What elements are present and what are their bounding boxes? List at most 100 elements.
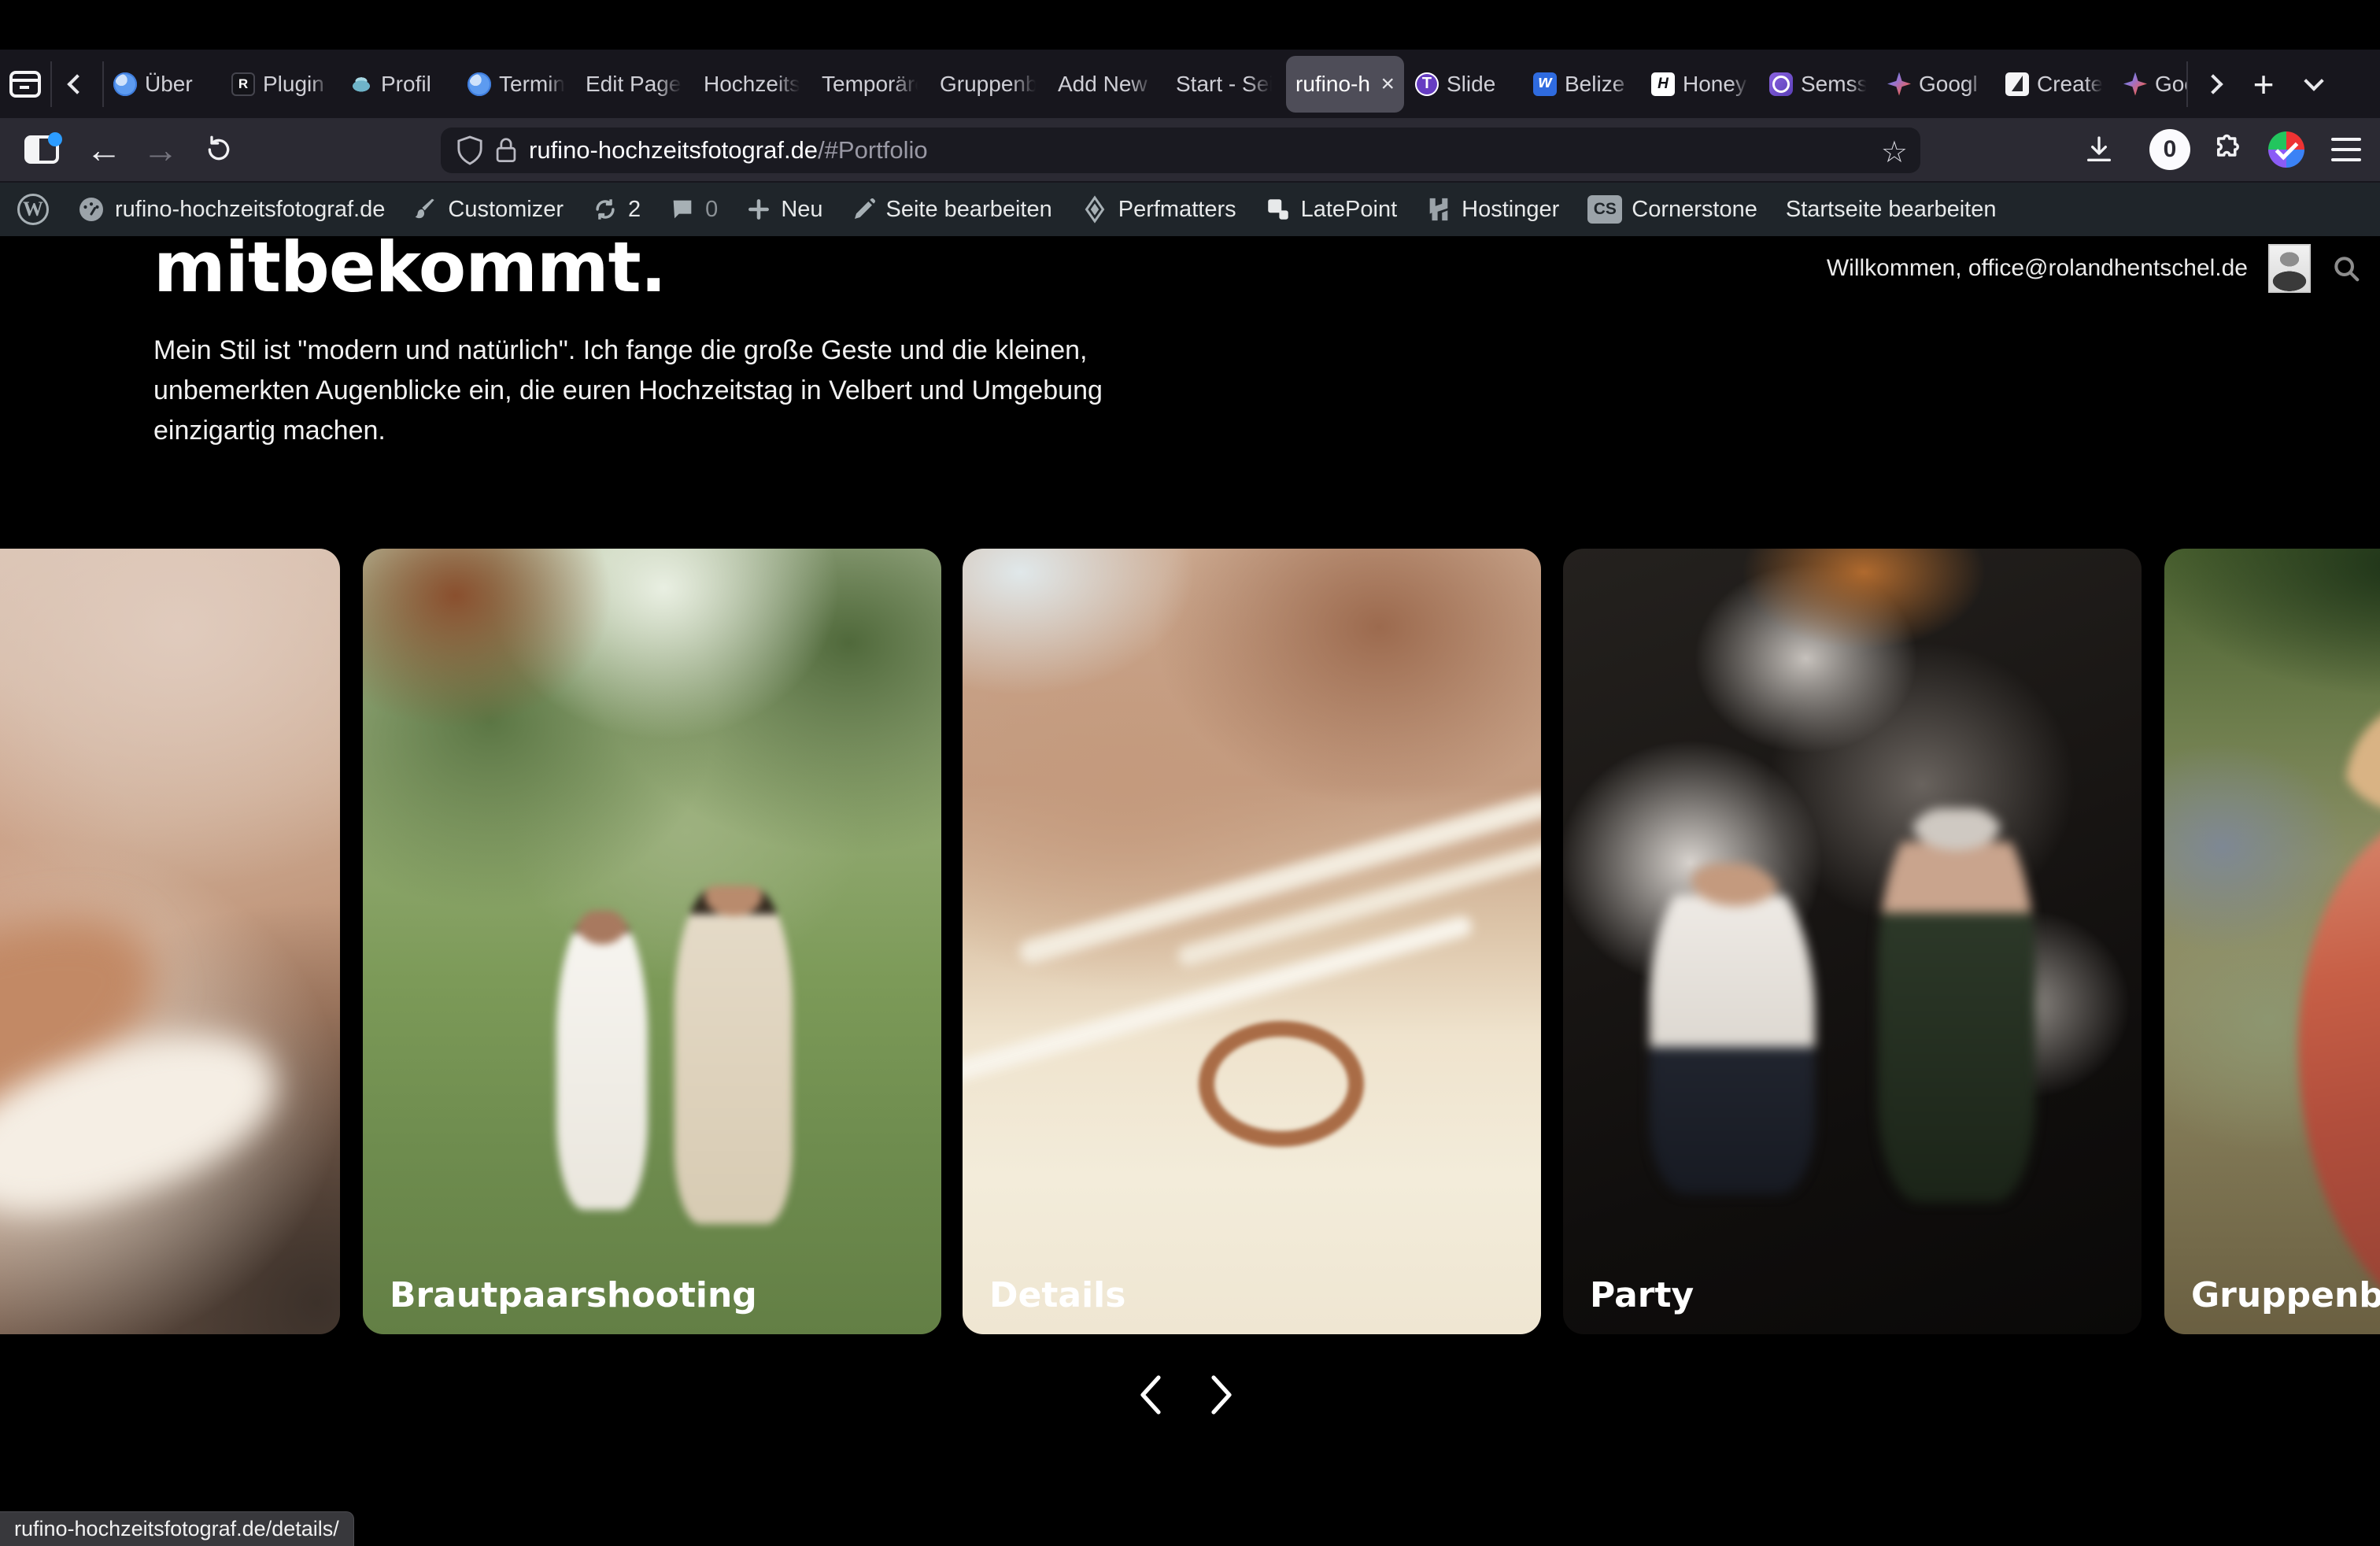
- plus-icon: +: [2253, 63, 2275, 105]
- download-icon: [2083, 134, 2115, 165]
- chevron-left-icon: [1135, 1374, 1166, 1415]
- welcome-text: Willkommen, office@rolandhentschel.de: [1827, 255, 2248, 282]
- card-caption: Details: [989, 1275, 1125, 1315]
- tab-strip: Über Plugin Profil Termin Edit Page Hoch…: [0, 50, 2380, 118]
- tab-goo[interactable]: Goo: [2114, 53, 2186, 116]
- tab-start-seite[interactable]: Start - Sei: [1166, 53, 1284, 116]
- tab-belize[interactable]: Belize: [1524, 53, 1642, 116]
- chevron-left-icon: [67, 74, 87, 94]
- bookmark-star-icon[interactable]: ☆: [1881, 135, 1908, 170]
- back-button[interactable]: ←: [79, 118, 129, 181]
- sidebar-icon: [24, 135, 59, 164]
- admin-cornerstone-label: Cornerstone: [1632, 197, 1757, 223]
- card-caption: Brautpaarshooting: [390, 1275, 757, 1315]
- admin-latepoint[interactable]: LatePoint: [1265, 196, 1398, 223]
- scroll-tabs-left-button[interactable]: [52, 50, 102, 118]
- latepoint-icon: [1265, 196, 1292, 223]
- tab-create[interactable]: Create: [1996, 53, 2114, 116]
- new-tab-button[interactable]: +: [2238, 50, 2289, 118]
- s-purple-favicon: [1769, 72, 1793, 96]
- pencil-icon: [852, 197, 877, 222]
- tab-close-icon[interactable]: ×: [1380, 72, 1395, 96]
- admin-edit-page-label: Seite bearbeiten: [886, 197, 1052, 223]
- globe-favicon: [113, 72, 137, 96]
- tab-google[interactable]: Googl: [1878, 53, 1996, 116]
- tab-termin[interactable]: Termin: [458, 53, 576, 116]
- welcome-bar: Willkommen, office@rolandhentschel.de: [1827, 244, 2361, 293]
- tab-rufino-active[interactable]: rufino-h×: [1286, 56, 1404, 113]
- url-domain: rufino-hochzeitsfotograf.de: [529, 136, 818, 164]
- ghostery-extension-button[interactable]: 0: [2142, 118, 2197, 181]
- admin-comments-count: 0: [705, 197, 718, 223]
- lock-icon: [494, 136, 518, 165]
- color-wheel-icon: [2268, 131, 2304, 168]
- forward-button[interactable]: →: [135, 118, 186, 181]
- tab-honey[interactable]: Honey: [1642, 53, 1760, 116]
- admin-hostinger[interactable]: Hostinger: [1425, 196, 1559, 223]
- search-icon[interactable]: [2331, 253, 2361, 283]
- sidebar-toggle-button[interactable]: [14, 118, 69, 181]
- tab-slide[interactable]: Slide: [1406, 53, 1524, 116]
- portfolio-card-gruppenbilder[interactable]: Gruppenbilder: [2164, 549, 2380, 1334]
- tab-hochzeits[interactable]: Hochzeits: [694, 53, 812, 116]
- admin-updates[interactable]: 2: [592, 196, 641, 223]
- admin-new-menu[interactable]: Neu: [746, 197, 822, 223]
- admin-customizer[interactable]: Customizer: [413, 197, 564, 223]
- blocked-count-badge: 0: [2149, 129, 2190, 170]
- admin-hostinger-label: Hostinger: [1462, 197, 1559, 223]
- app-menu-button[interactable]: [2319, 118, 2374, 181]
- admin-edit-home[interactable]: Startseite bearbeiten: [1786, 197, 1997, 223]
- carousel-next-button[interactable]: [1198, 1371, 1245, 1418]
- window-top-strip: [0, 0, 2380, 50]
- color-check-extension-button[interactable]: [2259, 118, 2314, 181]
- downloads-button[interactable]: [2071, 118, 2127, 181]
- status-link-tooltip: rufino-hochzeitsfotograf.de/details/: [0, 1511, 354, 1546]
- tab-ueber[interactable]: Über: [104, 53, 222, 116]
- admin-perfmatters[interactable]: Perfmatters: [1081, 195, 1236, 224]
- reload-button[interactable]: [194, 118, 244, 181]
- extensions-button[interactable]: [2201, 118, 2256, 181]
- card-caption: Gruppenbilder: [2191, 1275, 2380, 1315]
- gemini-favicon: [1887, 72, 1911, 96]
- list-all-tabs-button[interactable]: [2289, 50, 2339, 118]
- admin-updates-count: 2: [628, 197, 641, 223]
- tab-edit-page[interactable]: Edit Page: [576, 53, 694, 116]
- admin-new-label: Neu: [781, 197, 822, 223]
- carousel-prev-button[interactable]: [1127, 1371, 1174, 1418]
- admin-perfmatters-label: Perfmatters: [1118, 197, 1236, 223]
- hostinger-icon: [1425, 196, 1452, 223]
- w-blue-favicon: [1533, 72, 1557, 96]
- scroll-tabs-right-button[interactable]: [2188, 50, 2238, 118]
- wp-logo-menu[interactable]: W: [17, 194, 49, 225]
- reload-icon: [203, 134, 235, 165]
- intro-paragraph: Mein Stil ist "modern und natürlich". Ic…: [153, 331, 1200, 451]
- archive-box-icon: [9, 71, 41, 98]
- navigation-toolbar: ← → rufino-hochzeitsfotograf.de/#Portfol…: [0, 118, 2380, 183]
- admin-comments[interactable]: 0: [669, 196, 718, 223]
- tab-semss[interactable]: Semss: [1760, 53, 1878, 116]
- url-bar[interactable]: rufino-hochzeitsfotograf.de/#Portfolio ☆: [441, 128, 1920, 173]
- tab-profil[interactable]: Profil: [340, 53, 458, 116]
- url-text: rufino-hochzeitsfotograf.de/#Portfolio: [529, 136, 928, 165]
- chevron-right-icon: [1206, 1374, 1237, 1415]
- r-app-favicon: [231, 72, 255, 96]
- admin-edit-page[interactable]: Seite bearbeiten: [852, 197, 1052, 223]
- admin-site-menu[interactable]: rufino-hochzeitsfotograf.de: [77, 195, 385, 224]
- avatar[interactable]: [2268, 244, 2311, 293]
- portfolio-card-hands[interactable]: [0, 549, 340, 1334]
- portfolio-card-party[interactable]: Party: [1563, 549, 2142, 1334]
- portfolio-card-details[interactable]: Details: [963, 549, 1541, 1334]
- notification-dot: [48, 132, 62, 146]
- admin-edit-home-label: Startseite bearbeiten: [1786, 197, 1997, 223]
- forward-arrow-icon: →: [142, 128, 179, 171]
- tab-plugin[interactable]: Plugin: [222, 53, 340, 116]
- tab-add-new[interactable]: Add New S: [1048, 53, 1166, 116]
- t-circle-favicon: [1415, 72, 1439, 96]
- tab-temporaere[interactable]: Temporäre: [812, 53, 930, 116]
- portfolio-card-brautpaarshooting[interactable]: Brautpaarshooting: [363, 549, 941, 1334]
- globe-favicon: [468, 72, 491, 96]
- tab-gruppenbi[interactable]: Gruppenbi: [930, 53, 1048, 116]
- vertical-tabs-button[interactable]: [0, 50, 50, 118]
- cornerstone-cs-icon: CS: [1587, 195, 1622, 224]
- admin-cornerstone[interactable]: CS Cornerstone: [1587, 195, 1757, 224]
